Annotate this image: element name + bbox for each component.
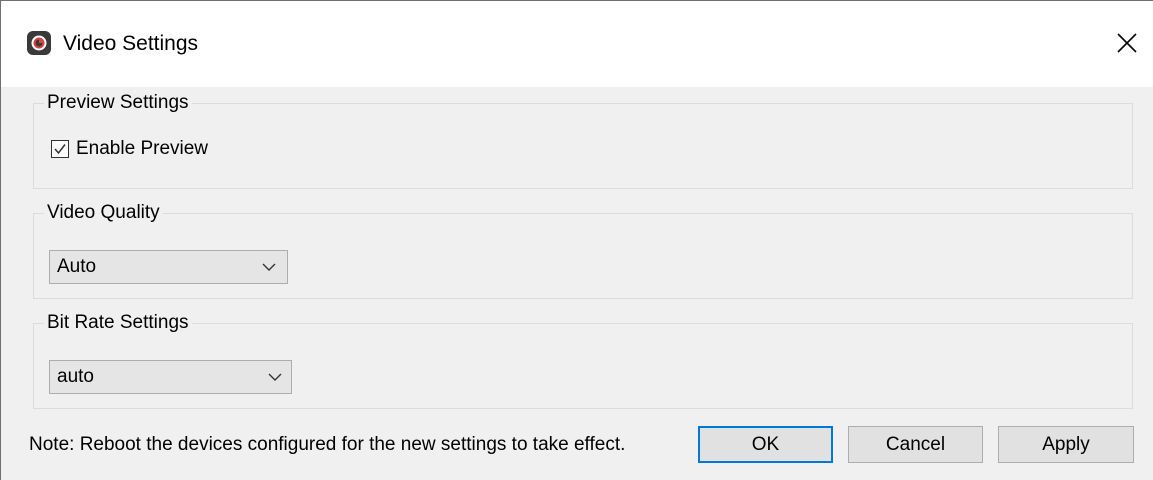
chevron-down-icon xyxy=(268,373,282,381)
checkbox-checked-icon xyxy=(51,140,69,158)
preview-settings-group: Preview Settings Enable Preview xyxy=(33,91,1133,189)
bit-rate-selected-value: auto xyxy=(57,366,94,387)
close-icon xyxy=(1117,33,1137,53)
enable-preview-checkbox[interactable]: Enable Preview xyxy=(51,137,208,161)
apply-button[interactable]: Apply xyxy=(998,426,1134,463)
bit-rate-settings-legend: Bit Rate Settings xyxy=(44,311,192,335)
window-title: Video Settings xyxy=(63,32,199,55)
ok-button[interactable]: OK xyxy=(698,426,833,463)
close-button[interactable] xyxy=(1107,23,1147,63)
preview-settings-legend: Preview Settings xyxy=(44,91,192,115)
chevron-down-icon xyxy=(262,263,276,271)
video-quality-select[interactable]: Auto xyxy=(49,250,288,284)
video-quality-selected-value: Auto xyxy=(57,256,97,277)
bit-rate-settings-group: Bit Rate Settings auto xyxy=(33,311,1133,409)
enable-preview-label: Enable Preview xyxy=(76,138,209,159)
cancel-button[interactable]: Cancel xyxy=(848,426,983,463)
video-quality-group: Video Quality Auto xyxy=(33,201,1133,299)
app-logo-icon xyxy=(27,31,51,55)
title-bar: Video Settings xyxy=(1,1,1153,87)
video-settings-dialog: Video Settings Preview Settings Enable P… xyxy=(0,0,1153,480)
bit-rate-select[interactable]: auto xyxy=(49,360,292,394)
video-quality-legend: Video Quality xyxy=(44,201,163,225)
reboot-note: Note: Reboot the devices configured for … xyxy=(29,434,626,455)
